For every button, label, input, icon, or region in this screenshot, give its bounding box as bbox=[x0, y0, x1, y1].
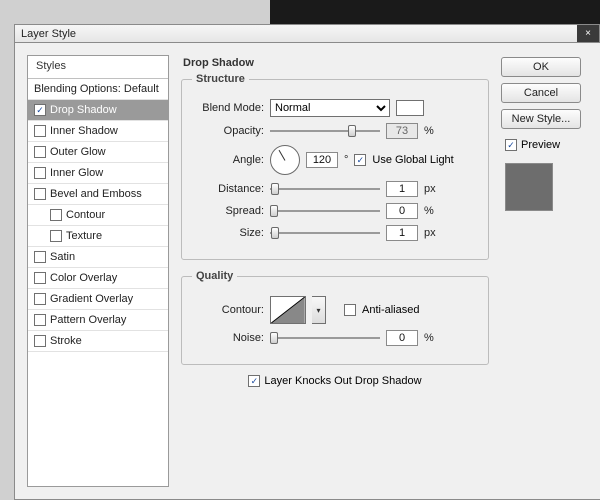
opacity-unit: % bbox=[424, 125, 434, 137]
style-checkbox[interactable] bbox=[34, 335, 46, 347]
style-label: Pattern Overlay bbox=[50, 314, 126, 326]
preview-label: Preview bbox=[521, 139, 560, 151]
style-label: Inner Glow bbox=[50, 167, 103, 179]
spread-slider[interactable] bbox=[270, 204, 380, 218]
noise-slider[interactable] bbox=[270, 331, 380, 345]
new-style-button[interactable]: New Style... bbox=[501, 109, 581, 129]
blend-mode-label: Blend Mode: bbox=[192, 102, 264, 114]
style-label: Bevel and Emboss bbox=[50, 188, 142, 200]
opacity-input[interactable] bbox=[386, 123, 418, 139]
title-bar: Layer Style × bbox=[14, 24, 600, 42]
style-label: Inner Shadow bbox=[50, 125, 118, 137]
size-slider[interactable] bbox=[270, 226, 380, 240]
quality-group: Quality Contour: ▾ Anti-aliased Noise: bbox=[181, 270, 489, 365]
antialias-checkbox[interactable] bbox=[344, 304, 356, 316]
style-row-drop-shadow[interactable]: Drop Shadow bbox=[28, 100, 168, 121]
style-label: Drop Shadow bbox=[50, 104, 117, 116]
size-label: Size: bbox=[192, 227, 264, 239]
dialog-body: Styles Blending Options: Default Drop Sh… bbox=[14, 42, 600, 500]
style-row-pattern-overlay[interactable]: Pattern Overlay bbox=[28, 310, 168, 331]
knockout-label: Layer Knocks Out Drop Shadow bbox=[264, 375, 421, 387]
style-checkbox[interactable] bbox=[34, 146, 46, 158]
contour-icon bbox=[271, 297, 305, 323]
style-label: Satin bbox=[50, 251, 75, 263]
styles-header[interactable]: Styles bbox=[28, 56, 168, 79]
spread-input[interactable] bbox=[386, 203, 418, 219]
global-light-label: Use Global Light bbox=[372, 154, 453, 166]
styles-panel: Styles Blending Options: Default Drop Sh… bbox=[27, 55, 169, 487]
style-checkbox[interactable] bbox=[34, 293, 46, 305]
size-input[interactable] bbox=[386, 225, 418, 241]
distance-input[interactable] bbox=[386, 181, 418, 197]
noise-label: Noise: bbox=[192, 332, 264, 344]
style-row-color-overlay[interactable]: Color Overlay bbox=[28, 268, 168, 289]
style-label: Contour bbox=[66, 209, 105, 221]
angle-unit: ° bbox=[344, 154, 348, 166]
knockout-checkbox[interactable] bbox=[248, 375, 260, 387]
size-unit: px bbox=[424, 227, 436, 239]
distance-label: Distance: bbox=[192, 183, 264, 195]
angle-label: Angle: bbox=[192, 154, 264, 166]
style-row-inner-glow[interactable]: Inner Glow bbox=[28, 163, 168, 184]
style-label: Texture bbox=[66, 230, 102, 242]
distance-slider[interactable] bbox=[270, 182, 380, 196]
style-row-satin[interactable]: Satin bbox=[28, 247, 168, 268]
style-checkbox[interactable] bbox=[50, 209, 62, 221]
style-checkbox[interactable] bbox=[34, 167, 46, 179]
style-row-outer-glow[interactable]: Outer Glow bbox=[28, 142, 168, 163]
style-label: Stroke bbox=[50, 335, 82, 347]
style-checkbox[interactable] bbox=[34, 188, 46, 200]
structure-group: Structure Blend Mode: Normal Opacity: % … bbox=[181, 73, 489, 260]
noise-input[interactable] bbox=[386, 330, 418, 346]
style-checkbox[interactable] bbox=[34, 104, 46, 116]
preview-swatch bbox=[505, 163, 553, 211]
preview-checkbox[interactable] bbox=[505, 139, 517, 151]
contour-picker[interactable] bbox=[270, 296, 306, 324]
spread-label: Spread: bbox=[192, 205, 264, 217]
close-icon: × bbox=[585, 28, 591, 39]
blend-mode-select[interactable]: Normal bbox=[270, 99, 390, 117]
style-row-bevel-and-emboss[interactable]: Bevel and Emboss bbox=[28, 184, 168, 205]
antialias-label: Anti-aliased bbox=[362, 304, 419, 316]
style-checkbox[interactable] bbox=[34, 272, 46, 284]
effect-heading: Drop Shadow bbox=[183, 57, 489, 69]
contour-label: Contour: bbox=[192, 304, 264, 316]
angle-dial[interactable] bbox=[270, 145, 300, 175]
spread-unit: % bbox=[424, 205, 434, 217]
style-row-contour[interactable]: Contour bbox=[28, 205, 168, 226]
angle-input[interactable] bbox=[306, 152, 338, 168]
shadow-color-well[interactable] bbox=[396, 100, 424, 116]
style-checkbox[interactable] bbox=[50, 230, 62, 242]
settings-main: Drop Shadow Structure Blend Mode: Normal… bbox=[179, 55, 491, 487]
style-label: Gradient Overlay bbox=[50, 293, 133, 305]
style-row-stroke[interactable]: Stroke bbox=[28, 331, 168, 352]
blending-options-label: Blending Options: Default bbox=[34, 83, 159, 95]
style-row-texture[interactable]: Texture bbox=[28, 226, 168, 247]
opacity-label: Opacity: bbox=[192, 125, 264, 137]
style-label: Outer Glow bbox=[50, 146, 106, 158]
structure-legend: Structure bbox=[192, 73, 249, 85]
distance-unit: px bbox=[424, 183, 436, 195]
window-title: Layer Style bbox=[21, 28, 76, 40]
actions-column: OK Cancel New Style... Preview bbox=[501, 55, 589, 487]
style-label: Color Overlay bbox=[50, 272, 117, 284]
opacity-slider[interactable] bbox=[270, 124, 380, 138]
style-checkbox[interactable] bbox=[34, 314, 46, 326]
contour-dropdown[interactable]: ▾ bbox=[312, 296, 326, 324]
style-row-inner-shadow[interactable]: Inner Shadow bbox=[28, 121, 168, 142]
style-row-gradient-overlay[interactable]: Gradient Overlay bbox=[28, 289, 168, 310]
cancel-button[interactable]: Cancel bbox=[501, 83, 581, 103]
style-checkbox[interactable] bbox=[34, 125, 46, 137]
global-light-checkbox[interactable] bbox=[354, 154, 366, 166]
blending-options-row[interactable]: Blending Options: Default bbox=[28, 79, 168, 100]
quality-legend: Quality bbox=[192, 270, 237, 282]
close-button[interactable]: × bbox=[577, 25, 599, 42]
noise-unit: % bbox=[424, 332, 434, 344]
style-checkbox[interactable] bbox=[34, 251, 46, 263]
ok-button[interactable]: OK bbox=[501, 57, 581, 77]
